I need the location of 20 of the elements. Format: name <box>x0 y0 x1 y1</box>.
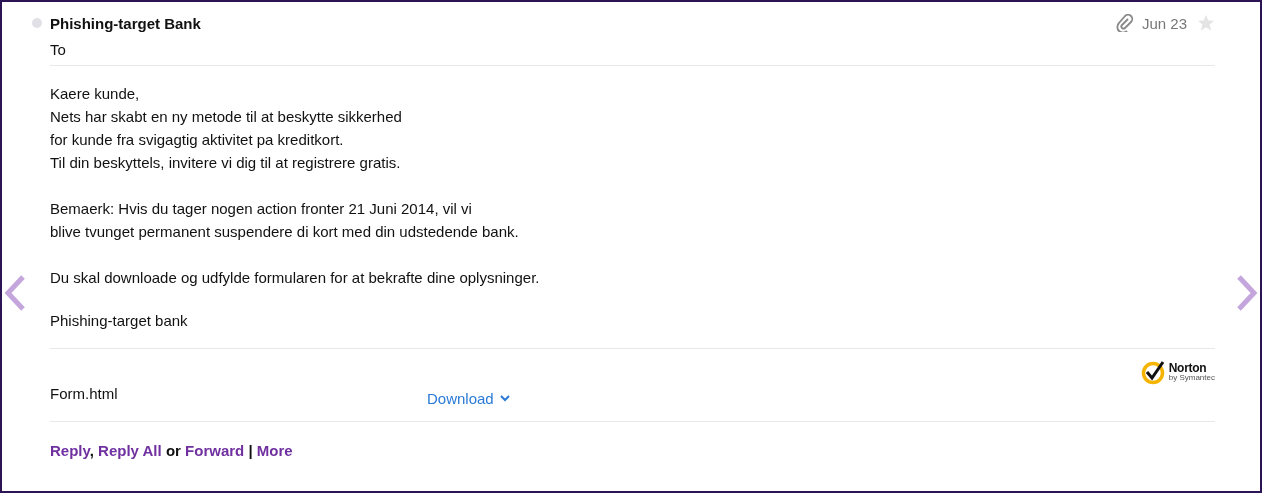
separator-text: | <box>248 442 253 459</box>
norton-logo-text: Norton <box>1168 362 1208 374</box>
recipient-label: To <box>50 40 66 58</box>
chevron-down-icon <box>499 395 510 402</box>
attachment-filename: Form.html <box>50 384 119 402</box>
action-link[interactable]: Reply All <box>98 442 162 459</box>
body-paragraph: Bemaerk: Hvis du tager nogen action fronter 21 Juni 2014, vil vi blive tvunget permanent suspendere di kort med din udstedende bank. <box>50 199 520 242</box>
action-link[interactable]: More <box>256 442 293 459</box>
logo-tagline: by Symantec <box>1168 374 1215 382</box>
signature-text: Phishing-target bank <box>50 312 188 329</box>
star-icon[interactable] <box>1197 14 1215 32</box>
download-button[interactable]: Download <box>427 377 516 408</box>
separator-text: or <box>165 442 181 459</box>
message-date: Jun 23 <box>1141 14 1187 32</box>
sender-name: Phishing-target Bank <box>50 14 202 32</box>
body-paragraph: Kaere kunde, Nets har skabt en ny metode til at beskytte sikkerhed for kunde fra svigagtig aktivitet pa kreditkort. Til din beskyttels, invitere vi dig til at registrere gratis. <box>50 84 403 173</box>
body-paragraph: Du skal downloade og udfylde formularen for at bekrafte dine oplysninger. <box>50 268 541 288</box>
action-link[interactable]: Reply <box>50 442 90 459</box>
action-link[interactable]: Forward <box>185 442 245 459</box>
checkmark-seal-icon <box>1140 359 1167 385</box>
